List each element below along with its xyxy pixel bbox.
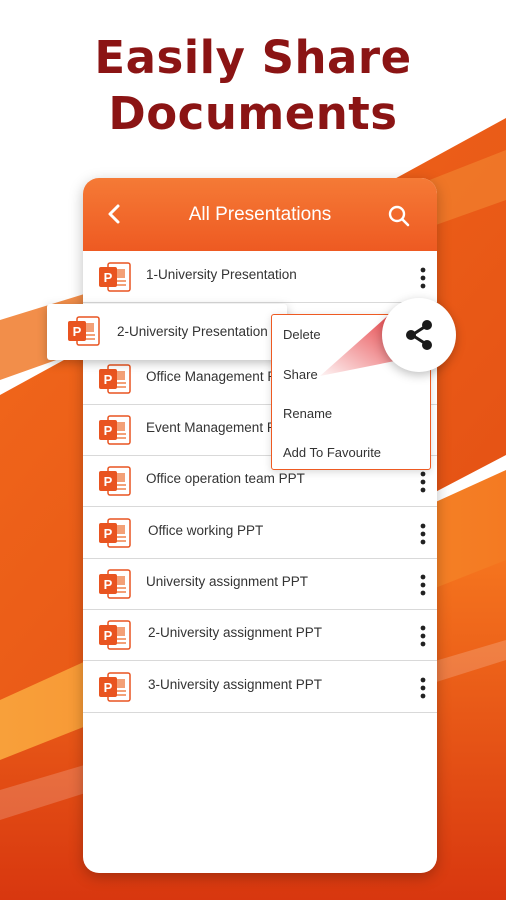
more-vertical-icon[interactable] [420, 625, 426, 647]
powerpoint-file-icon: P [99, 415, 131, 445]
file-name: Office working PPT [148, 523, 264, 538]
app-bar-title: All Presentations [188, 204, 332, 225]
app-bar: All Presentations [83, 178, 437, 251]
svg-text:P: P [73, 324, 82, 339]
svg-text:P: P [104, 628, 113, 643]
svg-text:P: P [104, 423, 113, 438]
selected-file-card[interactable]: P 2-University Presentation [47, 304, 287, 360]
more-vertical-icon[interactable] [420, 523, 426, 545]
powerpoint-file-icon: P [99, 518, 131, 548]
powerpoint-file-icon: P [68, 316, 100, 346]
file-row[interactable]: P 3-University assignment PPT [83, 662, 437, 713]
back-icon[interactable] [101, 200, 129, 228]
file-row[interactable]: P 2-University assignment PPT [83, 610, 437, 661]
svg-text:P: P [104, 474, 113, 489]
powerpoint-file-icon: P [99, 262, 131, 292]
svg-text:P: P [104, 372, 113, 387]
phone-screen: All Presentations P 1-University Presenta… [83, 178, 437, 873]
powerpoint-file-icon: P [99, 569, 131, 599]
file-name: Office operation team PPT [146, 471, 305, 486]
file-row[interactable]: P Office working PPT [83, 508, 437, 559]
headline-line-1: Easily Share [94, 31, 412, 84]
menu-item-share[interactable]: Share [283, 367, 318, 382]
promo-headline: Easily Share Documents [0, 30, 506, 142]
file-name: 2-University assignment PPT [148, 625, 323, 640]
svg-text:P: P [104, 577, 113, 592]
share-icon [406, 320, 432, 350]
svg-text:P: P [104, 270, 113, 285]
selected-file-label: 2-University Presentation [117, 324, 268, 339]
file-name: University assignment PPT [146, 574, 309, 589]
file-name: 3-University assignment PPT [148, 677, 323, 692]
menu-item-add-to-favourite[interactable]: Add To Favourite [283, 445, 381, 460]
headline-line-2: Documents [108, 87, 398, 140]
powerpoint-file-icon: P [99, 364, 131, 394]
powerpoint-file-icon: P [99, 620, 131, 650]
menu-item-delete[interactable]: Delete [283, 327, 321, 342]
more-vertical-icon[interactable] [420, 574, 426, 596]
file-row[interactable]: P 1-University Presentation [83, 252, 437, 303]
file-row[interactable]: P University assignment PPT [83, 559, 437, 610]
file-name: 1-University Presentation [146, 267, 297, 282]
search-icon[interactable] [387, 204, 411, 228]
more-vertical-icon[interactable] [420, 677, 426, 699]
more-vertical-icon[interactable] [420, 267, 426, 289]
share-button[interactable] [382, 298, 456, 372]
powerpoint-file-icon: P [99, 466, 131, 496]
menu-item-rename[interactable]: Rename [283, 406, 332, 421]
svg-text:P: P [104, 680, 113, 695]
svg-text:P: P [104, 526, 113, 541]
more-vertical-icon[interactable] [420, 471, 426, 493]
powerpoint-file-icon: P [99, 672, 131, 702]
